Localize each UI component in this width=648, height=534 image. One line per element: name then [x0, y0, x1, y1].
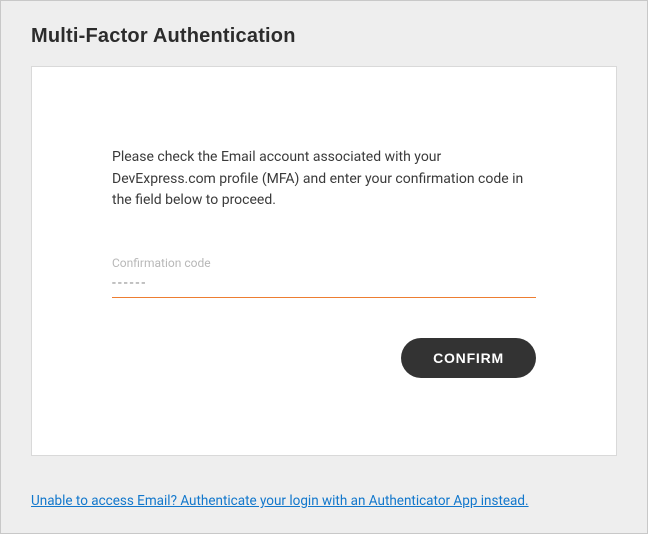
confirmation-code-input[interactable] [112, 273, 536, 298]
page-title: Multi-Factor Authentication [31, 25, 617, 48]
mfa-page: Multi-Factor Authentication Please check… [0, 0, 648, 534]
alt-link-row: Unable to access Email? Authenticate you… [31, 490, 617, 509]
confirm-button[interactable]: CONFIRM [401, 338, 536, 378]
button-row: CONFIRM [112, 338, 536, 378]
authenticator-app-link[interactable]: Unable to access Email? Authenticate you… [31, 493, 529, 509]
mfa-card: Please check the Email account associate… [31, 66, 617, 456]
instruction-text: Please check the Email account associate… [112, 147, 536, 212]
confirmation-code-field: Confirmation code [112, 256, 536, 298]
confirmation-code-label: Confirmation code [112, 256, 536, 270]
